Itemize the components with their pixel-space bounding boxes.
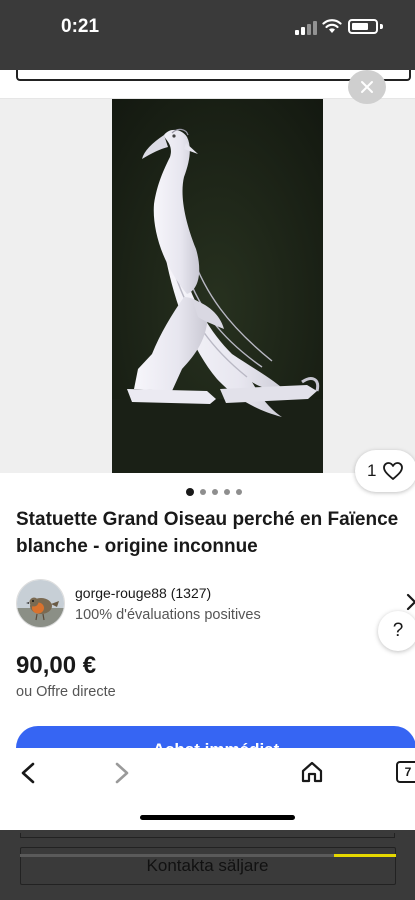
background-divider <box>20 833 395 838</box>
heart-icon <box>383 462 404 480</box>
help-button[interactable]: ? <box>378 611 415 651</box>
pagination-dot <box>186 488 194 496</box>
pagination-dot <box>236 489 242 495</box>
like-count: 1 <box>367 461 377 480</box>
battery-icon <box>348 19 378 34</box>
browser-bottom-nav: 7 <box>0 748 415 830</box>
close-button[interactable] <box>348 70 386 104</box>
status-time: 0:21 <box>61 16 100 37</box>
contact-seller-label: Kontakta säljare <box>146 856 269 875</box>
seller-name[interactable]: gorge-rouge88 (1327) <box>75 585 211 601</box>
seller-feedback: 100% d'évaluations positives <box>75 607 261 623</box>
bird-statuette-image <box>112 99 323 473</box>
status-bar: 0:21 <box>0 0 415 70</box>
wifi-icon <box>322 19 342 33</box>
battery-tip <box>380 24 383 29</box>
question-mark-icon: ? <box>392 620 404 641</box>
image-pagination-dots <box>186 488 242 496</box>
back-arrow-icon[interactable] <box>18 762 38 784</box>
home-icon[interactable] <box>300 761 324 783</box>
watch-like-button[interactable]: 1 <box>355 450 415 492</box>
seller-avatar[interactable] <box>16 579 65 628</box>
pagination-dot <box>200 489 206 495</box>
image-gallery[interactable] <box>0 99 415 473</box>
tabs-icon[interactable]: 7 <box>396 761 415 783</box>
robin-avatar-image <box>17 580 64 627</box>
close-icon <box>361 81 373 93</box>
cellular-signal-icon <box>295 21 317 35</box>
best-offer-text: ou Offre directe <box>16 684 116 700</box>
web-page-sheet: 1 Statuette Grand Oiseau perché en Faïen… <box>0 70 415 830</box>
listing-photo[interactable] <box>112 99 323 473</box>
chevron-right-icon[interactable] <box>404 592 415 612</box>
listing-title: Statuette Grand Oiseau perché en Faïence… <box>16 509 399 557</box>
price: 90,00 € <box>16 652 97 679</box>
pagination-dot <box>224 489 230 495</box>
pagination-dot <box>212 489 218 495</box>
home-indicator <box>140 815 295 820</box>
forward-arrow-icon[interactable] <box>112 762 132 784</box>
